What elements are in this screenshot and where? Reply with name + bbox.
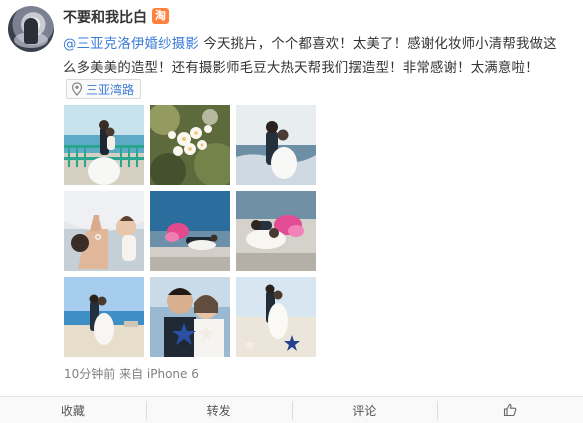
post-text-line1: 今天挑片，个个都喜欢！太美了！感谢化妆师小清帮我做这 (198, 37, 557, 52)
repost-label: 转发 (206, 403, 231, 418)
location-label: 三亚湾路 (86, 82, 135, 97)
photo-7[interactable] (64, 277, 144, 357)
mention-link[interactable]: @三亚克洛伊婚纱摄影 (63, 37, 199, 52)
like-button[interactable] (437, 397, 583, 423)
taobao-badge[interactable]: 淘 (152, 8, 169, 24)
photo-9[interactable] (236, 277, 316, 357)
repost-button[interactable]: 转发 (145, 397, 292, 423)
post-meta: 10分钟前 来自 iPhone 6 (64, 367, 199, 381)
photo-2[interactable] (150, 105, 230, 185)
action-bar: 收藏 转发 评论 (0, 396, 583, 423)
username[interactable]: 不要和我比白 (63, 7, 147, 27)
post-text: @三亚克洛伊婚纱摄影 今天挑片，个个都喜欢！太美了！感谢化妆师小清帮我做这 么多… (63, 33, 573, 81)
comment-button[interactable]: 评论 (291, 397, 438, 423)
location-tag[interactable]: 三亚湾路 (66, 79, 142, 99)
avatar[interactable] (8, 6, 54, 52)
post-text-line2: 么多美美的造型！还有摄影师毛豆大热天帮我们摆造型！非常感谢！太满意啦！ (63, 61, 539, 76)
weibo-post-card: 不要和我比白 淘 @三亚克洛伊婚纱摄影 今天挑片，个个都喜欢！太美了！感谢化妆师… (0, 0, 583, 423)
comment-label: 评论 (352, 403, 377, 418)
collect-label: 收藏 (60, 403, 85, 418)
map-pin-icon (71, 82, 83, 96)
photo-6[interactable] (236, 191, 316, 271)
photo-1[interactable] (64, 105, 144, 185)
thumbs-up-icon (504, 403, 517, 417)
photo-grid (64, 105, 316, 357)
photo-5[interactable] (150, 191, 230, 271)
photo-3[interactable] (236, 105, 316, 185)
collect-button[interactable]: 收藏 (0, 397, 146, 423)
avatar-figure (24, 18, 38, 44)
photo-8[interactable] (150, 277, 230, 357)
photo-4[interactable] (64, 191, 144, 271)
